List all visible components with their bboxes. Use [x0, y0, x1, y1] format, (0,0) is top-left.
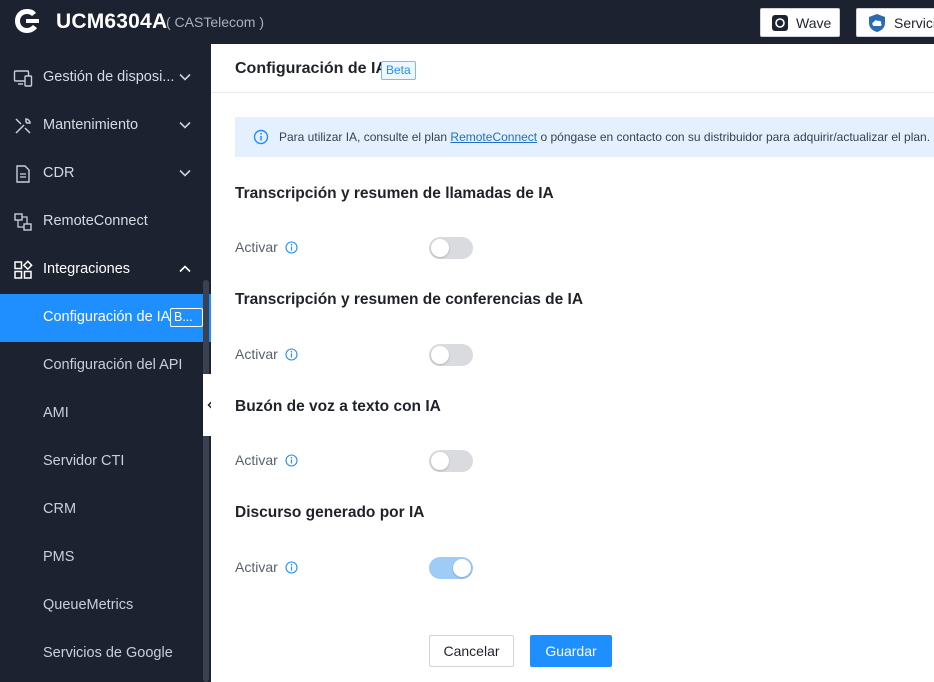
info-icon[interactable]	[285, 348, 298, 361]
section-title-ai-speech: Discurso generado por IA	[235, 504, 425, 521]
chevron-down-icon	[179, 73, 191, 81]
sidebar-subitem-label: PMS	[43, 549, 75, 565]
sidebar-subitem-google-services[interactable]: Servicios de Google	[0, 630, 211, 678]
tools-icon	[15, 118, 31, 134]
sidebar-subitem-label: QueueMetrics	[43, 597, 134, 613]
toggle-knob	[431, 452, 449, 470]
wave-app-icon	[772, 14, 788, 31]
sidebar-item-label: RemoteConnect	[43, 213, 148, 229]
chevron-down-icon	[179, 169, 191, 177]
sidebar-subitem-pms[interactable]: PMS	[0, 534, 211, 582]
services-button[interactable]: Servicio	[856, 8, 934, 37]
toggle-knob	[453, 559, 471, 577]
sidebar-subitem-label: CRM	[43, 501, 77, 517]
remote-connect-icon	[14, 213, 32, 231]
field-label-call-transcription: Activar	[235, 239, 278, 255]
main-content: Configuración de IA Beta Para utilizar I…	[211, 44, 934, 682]
page-header: Configuración de IA Beta	[211, 44, 934, 93]
beta-badge: B...	[170, 308, 203, 327]
info-text-after: o póngase en contacto con su distribuido…	[537, 130, 931, 144]
sidebar-item-label: Gestión de disposi...	[43, 69, 175, 85]
sidebar-subitem-label: Configuración del API	[43, 357, 183, 373]
page-title: Configuración de IA	[235, 60, 387, 77]
section-title-call-transcription: Transcripción y resumen de llamadas de I…	[235, 185, 554, 202]
field-label-ai-speech: Activar	[235, 559, 278, 575]
shield-cloud-icon	[869, 13, 885, 32]
toggle-voicemail-to-text[interactable]	[429, 450, 473, 472]
sidebar-item-cdr[interactable]: CDR	[0, 150, 211, 198]
chevron-down-icon	[179, 121, 191, 129]
sidebar-subitem-label: AMI	[43, 405, 69, 421]
toggle-ai-speech[interactable]	[429, 557, 473, 579]
info-banner: Para utilizar IA, consulte el plan Remot…	[235, 117, 934, 157]
document-icon	[16, 165, 30, 183]
info-icon[interactable]	[285, 561, 298, 574]
field-label-conference-transcription: Activar	[235, 346, 278, 362]
sidebar-subitem-ai-settings[interactable]: Configuración de IA B...	[0, 294, 211, 342]
grandstream-logo-icon	[15, 9, 39, 33]
beta-badge: Beta	[381, 61, 416, 80]
sidebar-item-label: Mantenimiento	[43, 117, 139, 133]
sidebar-item-device-management[interactable]: Gestión de disposi...	[0, 54, 211, 102]
info-text: Para utilizar IA, consulte el plan Remot…	[279, 130, 930, 144]
remoteconnect-link[interactable]: RemoteConnect	[450, 130, 537, 144]
device-management-icon	[13, 70, 33, 87]
sidebar-scrollbar[interactable]	[203, 280, 209, 682]
wave-label: Wave	[796, 14, 832, 31]
wave-button[interactable]: Wave	[760, 8, 840, 37]
info-text-before: Para utilizar IA, consulte el plan	[279, 130, 451, 144]
section-title-conference-transcription: Transcripción y resumen de conferencias …	[235, 291, 584, 308]
toggle-knob	[431, 346, 449, 364]
sidebar-subitem-label: Configuración de IA	[43, 309, 171, 325]
sidebar-subitem-label: Servidor CTI	[43, 453, 125, 469]
sidebar-subitem-crm[interactable]: CRM	[0, 486, 211, 534]
sidebar-subitem-queuemetrics[interactable]: QueueMetrics	[0, 582, 211, 630]
section-title-voicemail-to-text: Buzón de voz a texto con IA	[235, 398, 441, 415]
save-button[interactable]: Guardar	[530, 635, 612, 667]
services-label: Servicio	[894, 14, 934, 31]
cancel-button[interactable]: Cancelar	[429, 635, 514, 667]
top-bar: UCM6304A ( CASTelecom ) Wave Servicio	[0, 0, 934, 44]
toggle-call-transcription[interactable]	[429, 237, 473, 259]
sidebar: Gestión de disposi... Mantenimiento CDR …	[0, 44, 211, 682]
device-model: UCM6304A	[56, 10, 168, 33]
device-company: ( CASTelecom )	[166, 14, 265, 30]
integrations-icon	[14, 260, 33, 279]
info-icon[interactable]	[285, 241, 298, 254]
sidebar-item-maintenance[interactable]: Mantenimiento	[0, 102, 211, 150]
info-icon	[253, 129, 269, 145]
sidebar-subitem-label: Servicios de Google	[43, 645, 173, 661]
toggle-conference-transcription[interactable]	[429, 344, 473, 366]
sidebar-item-integrations[interactable]: Integraciones	[0, 246, 211, 294]
sidebar-item-label: CDR	[43, 165, 75, 181]
field-label-voicemail-to-text: Activar	[235, 452, 278, 468]
chevron-up-icon	[179, 265, 191, 273]
sidebar-subitem-ami[interactable]: AMI	[0, 390, 211, 438]
sidebar-subitem-cti-server[interactable]: Servidor CTI	[0, 438, 211, 486]
sidebar-subitem-api[interactable]: Configuración del API	[0, 342, 211, 390]
sidebar-item-remoteconnect[interactable]: RemoteConnect	[0, 198, 211, 246]
toggle-knob	[431, 239, 449, 257]
sidebar-item-label: Integraciones	[43, 261, 131, 277]
info-icon[interactable]	[285, 454, 298, 467]
